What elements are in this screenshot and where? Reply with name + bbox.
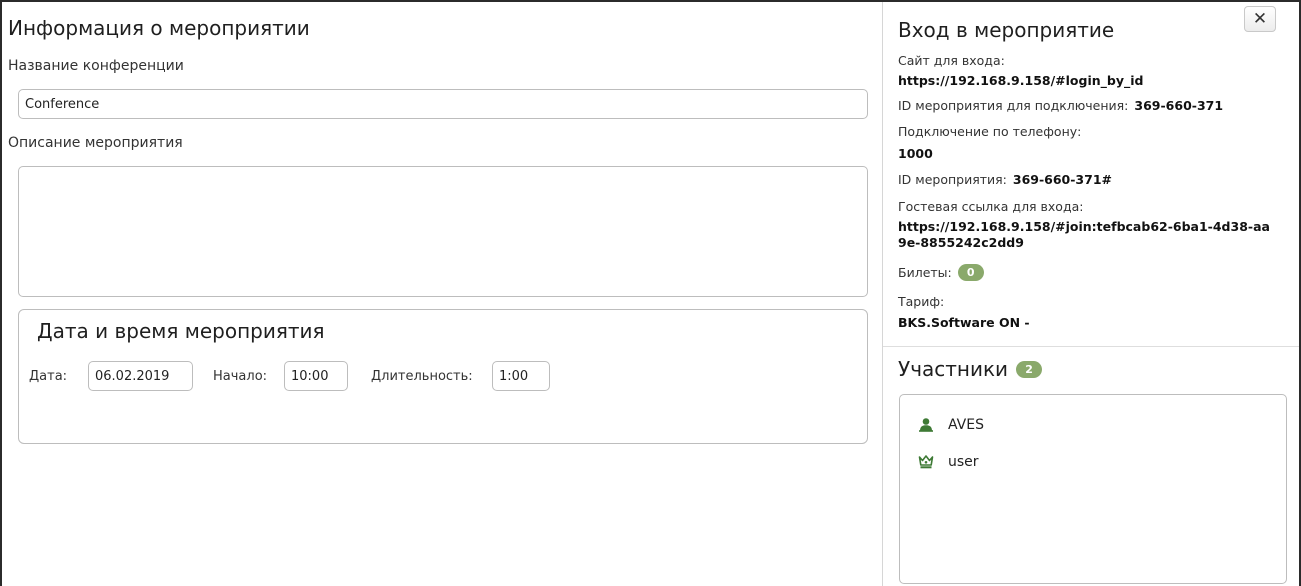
date-input[interactable]: [88, 361, 193, 391]
list-item[interactable]: user: [918, 454, 979, 470]
event-info-title: Информация о мероприятии: [8, 16, 310, 40]
tickets-badge: 0: [957, 264, 984, 281]
duration-input[interactable]: [492, 361, 550, 391]
start-label: Начало:: [213, 369, 268, 384]
conference-name-label: Название конференции: [8, 58, 184, 74]
guest-link-label: Гостевая ссылка для входа:: [898, 199, 1084, 214]
phone-value: 1000: [898, 146, 933, 161]
participant-name: AVES: [948, 417, 984, 433]
divider: [883, 346, 1299, 347]
datetime-group: Дата и время мероприятия Дата: Начало: Д…: [18, 309, 868, 444]
participants-count-badge: 2: [1016, 361, 1043, 378]
phone-label: Подключение по телефону:: [898, 124, 1082, 139]
event-id-value: 369-660-371#: [1012, 172, 1113, 187]
event-id-row: ID мероприятия: 369-660-371#: [898, 172, 1112, 187]
participants-title: Участники: [898, 357, 1009, 381]
tariff-value: BKS.Software ON -: [898, 315, 1030, 330]
event-id-connect-label: ID мероприятия для подключения:: [898, 98, 1129, 113]
event-id-connect-value: 369-660-371: [1134, 98, 1224, 113]
event-id-label: ID мероприятия:: [898, 172, 1007, 187]
crown-icon: [918, 455, 934, 469]
tickets-row: Билеты: 0: [898, 264, 984, 281]
participant-name: user: [948, 454, 979, 470]
conference-name-input[interactable]: [18, 89, 868, 119]
login-title: Вход в мероприятие: [898, 18, 1115, 42]
date-label: Дата:: [29, 369, 68, 384]
guest-link-url[interactable]: https://192.168.9.158/#join:tefbcab62-6b…: [898, 219, 1270, 251]
user-icon: [919, 418, 933, 432]
list-item[interactable]: AVES: [918, 417, 984, 433]
event-info-panel: Информация о мероприятии Название конфер…: [2, 2, 883, 586]
description-label: Описание мероприятия: [8, 135, 183, 151]
start-time-input[interactable]: [284, 361, 348, 391]
close-button[interactable]: ✕: [1244, 6, 1276, 32]
tickets-label: Билеты:: [898, 265, 952, 280]
participants-header: Участники 2: [898, 357, 1043, 381]
duration-label: Длительность:: [371, 369, 473, 384]
site-label: Сайт для входа:: [898, 53, 1005, 68]
tariff-label: Тариф:: [898, 294, 945, 309]
participants-list: AVES user: [899, 394, 1287, 584]
description-textarea[interactable]: [18, 166, 868, 297]
datetime-title: Дата и время мероприятия: [37, 319, 325, 343]
event-id-connect-row: ID мероприятия для подключения: 369-660-3…: [898, 98, 1223, 113]
login-panel: ✕ Вход в мероприятие Сайт для входа: htt…: [883, 2, 1299, 586]
site-url[interactable]: https://192.168.9.158/#login_by_id: [898, 73, 1143, 88]
